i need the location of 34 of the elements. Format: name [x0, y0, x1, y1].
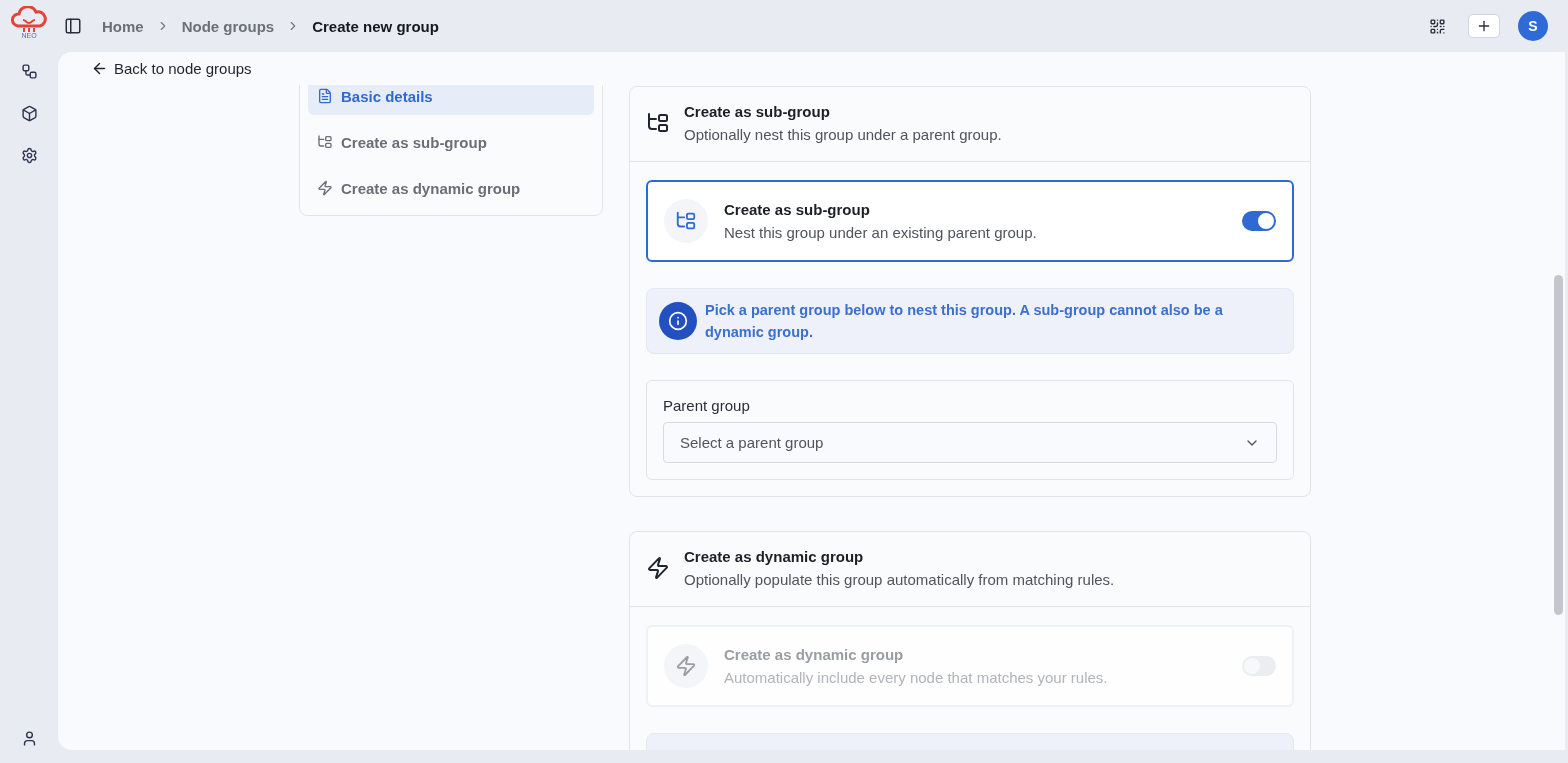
section-title: Create as dynamic group [684, 548, 865, 565]
folder-tree-icon [646, 111, 670, 135]
lightning-icon [317, 180, 333, 196]
field-label: Parent group [663, 397, 751, 414]
scrollbar-thumb[interactable] [1554, 275, 1563, 615]
section-nav-item[interactable]: Basic details [308, 85, 594, 115]
cloud-logo-icon [9, 6, 49, 34]
toggle-description: Automatically include every node that matches your rules. [724, 669, 1109, 686]
lightning-icon [646, 556, 670, 580]
section-subtitle: Optionally nest this group under a parent group. [684, 126, 1003, 143]
sidebar-toggle-icon[interactable] [64, 17, 82, 35]
qr-code-icon[interactable] [1429, 17, 1446, 35]
add-button[interactable] [1468, 14, 1500, 38]
toggle-description: Nest this group under an existing parent group. [724, 224, 1038, 241]
toggle-title: Create as sub-group [724, 201, 871, 218]
breadcrumb-link[interactable]: Create new group [312, 17, 439, 35]
breadcrumb-link[interactable]: Node groups [181, 17, 275, 35]
user-avatar[interactable]: S [1518, 11, 1548, 41]
folder-tree-icon [317, 134, 333, 150]
info-text: Pick a parent group below to nest this group. A sub-group cannot also be a dynamic group. [705, 301, 1224, 342]
plus-icon [1476, 18, 1492, 34]
section-subtitle: Optionally populate this group automatically from matching rules. [684, 571, 1116, 588]
section-nav-item[interactable]: Create as sub-group [308, 123, 594, 161]
toggle-title: Create as dynamic group [724, 646, 905, 663]
select-field[interactable]: Select a parent group [663, 422, 1277, 463]
section-nav-item[interactable]: Create as dynamic group [308, 169, 594, 207]
breadcrumb-link[interactable]: Home [102, 17, 144, 35]
info-icon [659, 302, 697, 340]
document-icon [317, 88, 333, 104]
lightning-icon [664, 644, 708, 688]
folder-tree-icon [664, 199, 708, 243]
toggle-switch[interactable] [1242, 211, 1276, 231]
back-link[interactable]: Back to node groups [91, 59, 1565, 77]
section-title: Create as sub-group [684, 103, 831, 120]
